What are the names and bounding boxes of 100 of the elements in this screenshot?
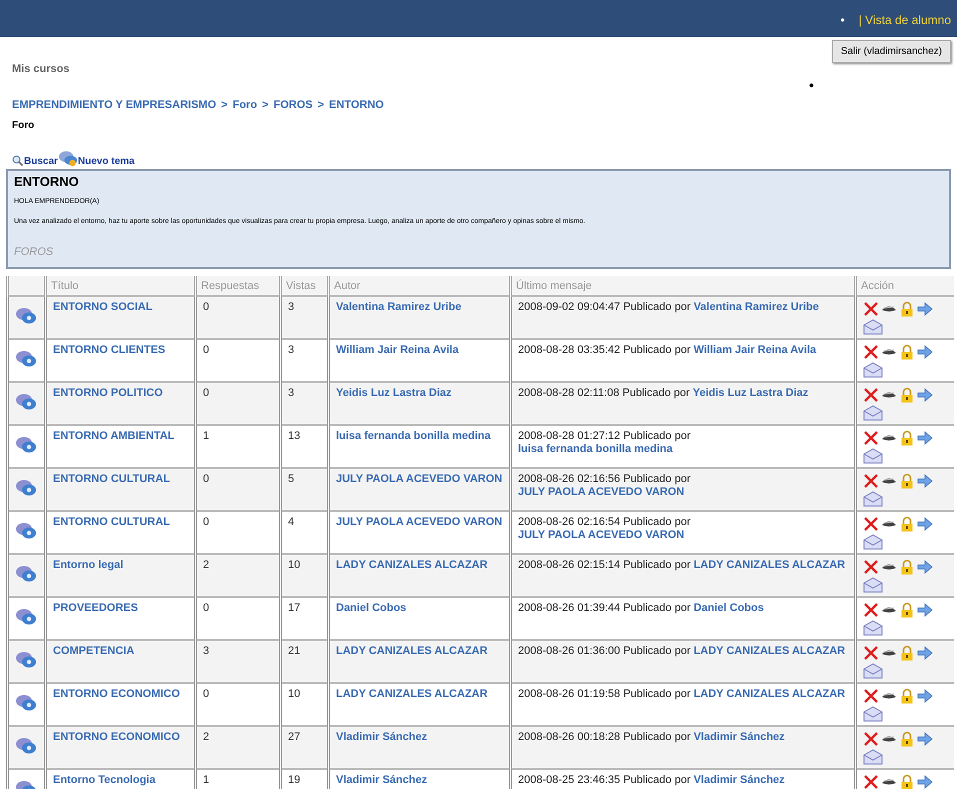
topic-title-link[interactable]: ENTORNO CULTURAL [53,516,170,528]
chat-bubbles-icon [15,737,37,755]
delete-icon[interactable] [863,301,879,317]
student-view-link[interactable]: | Vista de alumno [858,13,951,27]
lock-icon[interactable] [899,645,915,661]
replies-count: 0 [203,301,210,313]
envelope-icon[interactable] [863,620,883,636]
last-author-link[interactable]: Daniel Cobos [694,602,764,614]
topic-title-link[interactable]: Entorno Tecnologia [53,774,156,786]
last-author-link[interactable]: LADY CANIZALES ALCAZAR [694,645,846,657]
arrow-icon[interactable] [917,430,933,446]
toolbar-link[interactable]: Buscar [24,156,58,167]
breadcrumb-link[interactable]: ENTORNO [329,99,384,111]
author-link[interactable]: Valentina Ramirez Uribe [336,301,462,313]
last-author-link[interactable]: luisa fernanda bonilla medina [518,443,673,455]
delete-icon[interactable] [863,387,879,403]
topic-title-link[interactable]: ENTORNO AMBIENTAL [53,430,174,442]
views-count: 3 [288,301,294,313]
last-author-link[interactable]: JULY PAOLA ACEVEDO VARON [518,486,684,498]
last-author-link[interactable]: William Jair Reina Avila [694,344,816,356]
last-author-link[interactable]: JULY PAOLA ACEVEDO VARON [518,529,684,541]
breadcrumb-separator: > [221,99,228,111]
views-count: 27 [288,731,300,743]
delete-icon[interactable] [863,731,879,747]
lock-icon[interactable] [899,430,915,446]
author-link[interactable]: Yeidis Luz Lastra Diaz [336,387,452,399]
search-icon[interactable] [12,155,24,167]
last-author-link[interactable]: Vladimir Sánchez [694,774,785,786]
delete-icon[interactable] [863,774,879,789]
page-title: Foro [11,119,36,131]
views-count: 3 [288,387,294,399]
delete-icon[interactable] [863,473,879,489]
delete-icon[interactable] [863,559,879,575]
toolbar-link[interactable]: Nuevo tema [78,156,135,167]
list-bullet: • [840,13,845,27]
arrow-icon[interactable] [917,774,933,789]
topic-title-link[interactable]: Entorno legal [53,559,124,571]
delete-icon[interactable] [863,344,879,360]
topic-title-link[interactable]: COMPETENCIA [53,645,134,657]
arrow-icon[interactable] [917,559,933,575]
chat-bubbles-icon[interactable] [58,150,78,167]
lock-icon[interactable] [899,731,915,747]
topic-title-link[interactable]: ENTORNO SOCIAL [53,301,152,313]
arrow-icon[interactable] [917,344,933,360]
posted-by-label: Publicado por [623,731,690,743]
last-author-link[interactable]: Vladimir Sánchez [694,731,785,743]
envelope-icon[interactable] [863,362,883,378]
last-author-link[interactable]: LADY CANIZALES ALCAZAR [694,688,846,700]
last-author-link[interactable]: Yeidis Luz Lastra Diaz [692,387,808,399]
author-link[interactable]: LADY CANIZALES ALCAZAR [336,688,488,700]
topic-title-link[interactable]: ENTORNO CLIENTES [53,344,166,356]
delete-icon[interactable] [863,516,879,532]
delete-icon[interactable] [863,430,879,446]
lock-icon[interactable] [899,473,915,489]
lock-icon[interactable] [899,774,915,789]
arrow-icon[interactable] [917,387,933,403]
arrow-icon[interactable] [917,645,933,661]
lock-icon[interactable] [899,559,915,575]
delete-icon[interactable] [863,645,879,661]
author-link[interactable]: JULY PAOLA ACEVEDO VARON [336,516,502,528]
last-post-date: 2008-08-26 02:15:14 [518,559,620,571]
posted-by-label: Publicado por [623,645,690,657]
last-author-link[interactable]: LADY CANIZALES ALCAZAR [694,559,846,571]
author-link[interactable]: Vladimir Sánchez [336,731,428,743]
topic-title-link[interactable]: PROVEEDORES [53,602,138,614]
replies-count: 0 [203,473,210,485]
breadcrumb-link[interactable]: Foro [232,99,258,111]
envelope-icon[interactable] [863,706,883,722]
delete-icon[interactable] [863,602,879,618]
topic-title-link[interactable]: ENTORNO ECONOMICO [53,688,180,700]
lock-icon[interactable] [899,344,915,360]
chat-bubbles-icon [15,522,37,540]
lock-icon[interactable] [899,516,915,532]
lock-icon[interactable] [899,387,915,403]
arrow-icon[interactable] [917,473,933,489]
delete-icon[interactable] [863,688,879,704]
author-link[interactable]: luisa fernanda bonilla medina [336,430,491,442]
replies-count: 2 [203,731,210,743]
arrow-icon[interactable] [917,688,933,704]
last-post-date: 2008-08-26 01:36:00 [518,645,620,657]
last-post-date: 2008-08-26 01:39:44 [518,602,620,614]
lock-icon[interactable] [899,602,915,618]
last-author-link[interactable]: Valentina Ramirez Uribe [694,301,819,313]
envelope-icon[interactable] [863,448,883,464]
lock-icon[interactable] [899,301,915,317]
lock-icon[interactable] [899,688,915,704]
arrow-icon[interactable] [917,731,933,747]
author-link[interactable]: Vladimir Sánchez [336,774,428,786]
posted-by-label: Publicado por [623,301,690,313]
author-link[interactable]: Daniel Cobos [336,602,406,614]
envelope-icon[interactable] [863,534,883,550]
author-link[interactable]: William Jair Reina Avila [336,344,459,356]
arrow-icon[interactable] [917,516,933,532]
arrow-icon[interactable] [917,602,933,618]
posted-by-label: Publicado por [622,387,690,399]
breadcrumb-link[interactable]: FOROS [273,99,313,111]
logout-button[interactable]: Salir (vladimirsanchez) [832,40,951,63]
chat-bubbles-icon [15,307,37,325]
breadcrumb-link[interactable]: EMPRENDIMIENTO Y EMPRESARISMO [12,99,216,111]
arrow-icon[interactable] [917,301,933,317]
